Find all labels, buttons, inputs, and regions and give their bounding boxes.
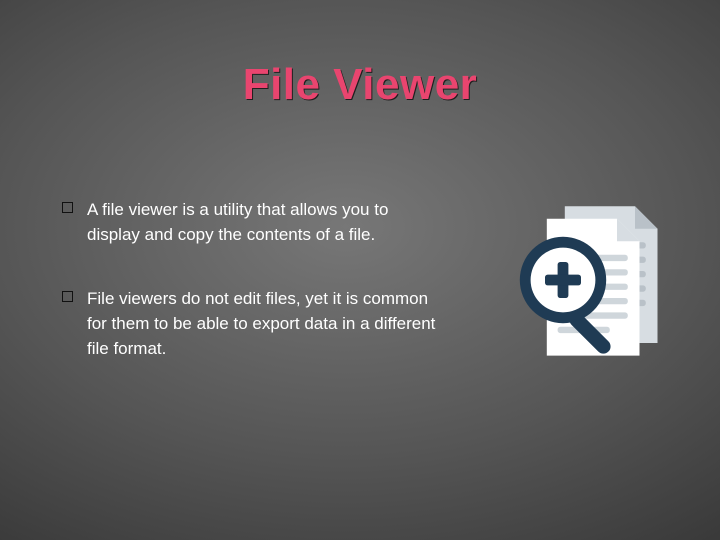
file-magnifier-icon — [500, 190, 680, 370]
bullet-text: File viewers do not edit files, yet it i… — [87, 287, 442, 361]
bullet-text: A file viewer is a utility that allows y… — [87, 198, 442, 247]
slide-title: File Viewer — [0, 60, 720, 110]
list-item: File viewers do not edit files, yet it i… — [62, 287, 442, 361]
bullet-marker — [62, 202, 73, 213]
list-item: A file viewer is a utility that allows y… — [62, 198, 442, 247]
content-area: A file viewer is a utility that allows y… — [62, 198, 442, 401]
bullet-marker — [62, 291, 73, 302]
